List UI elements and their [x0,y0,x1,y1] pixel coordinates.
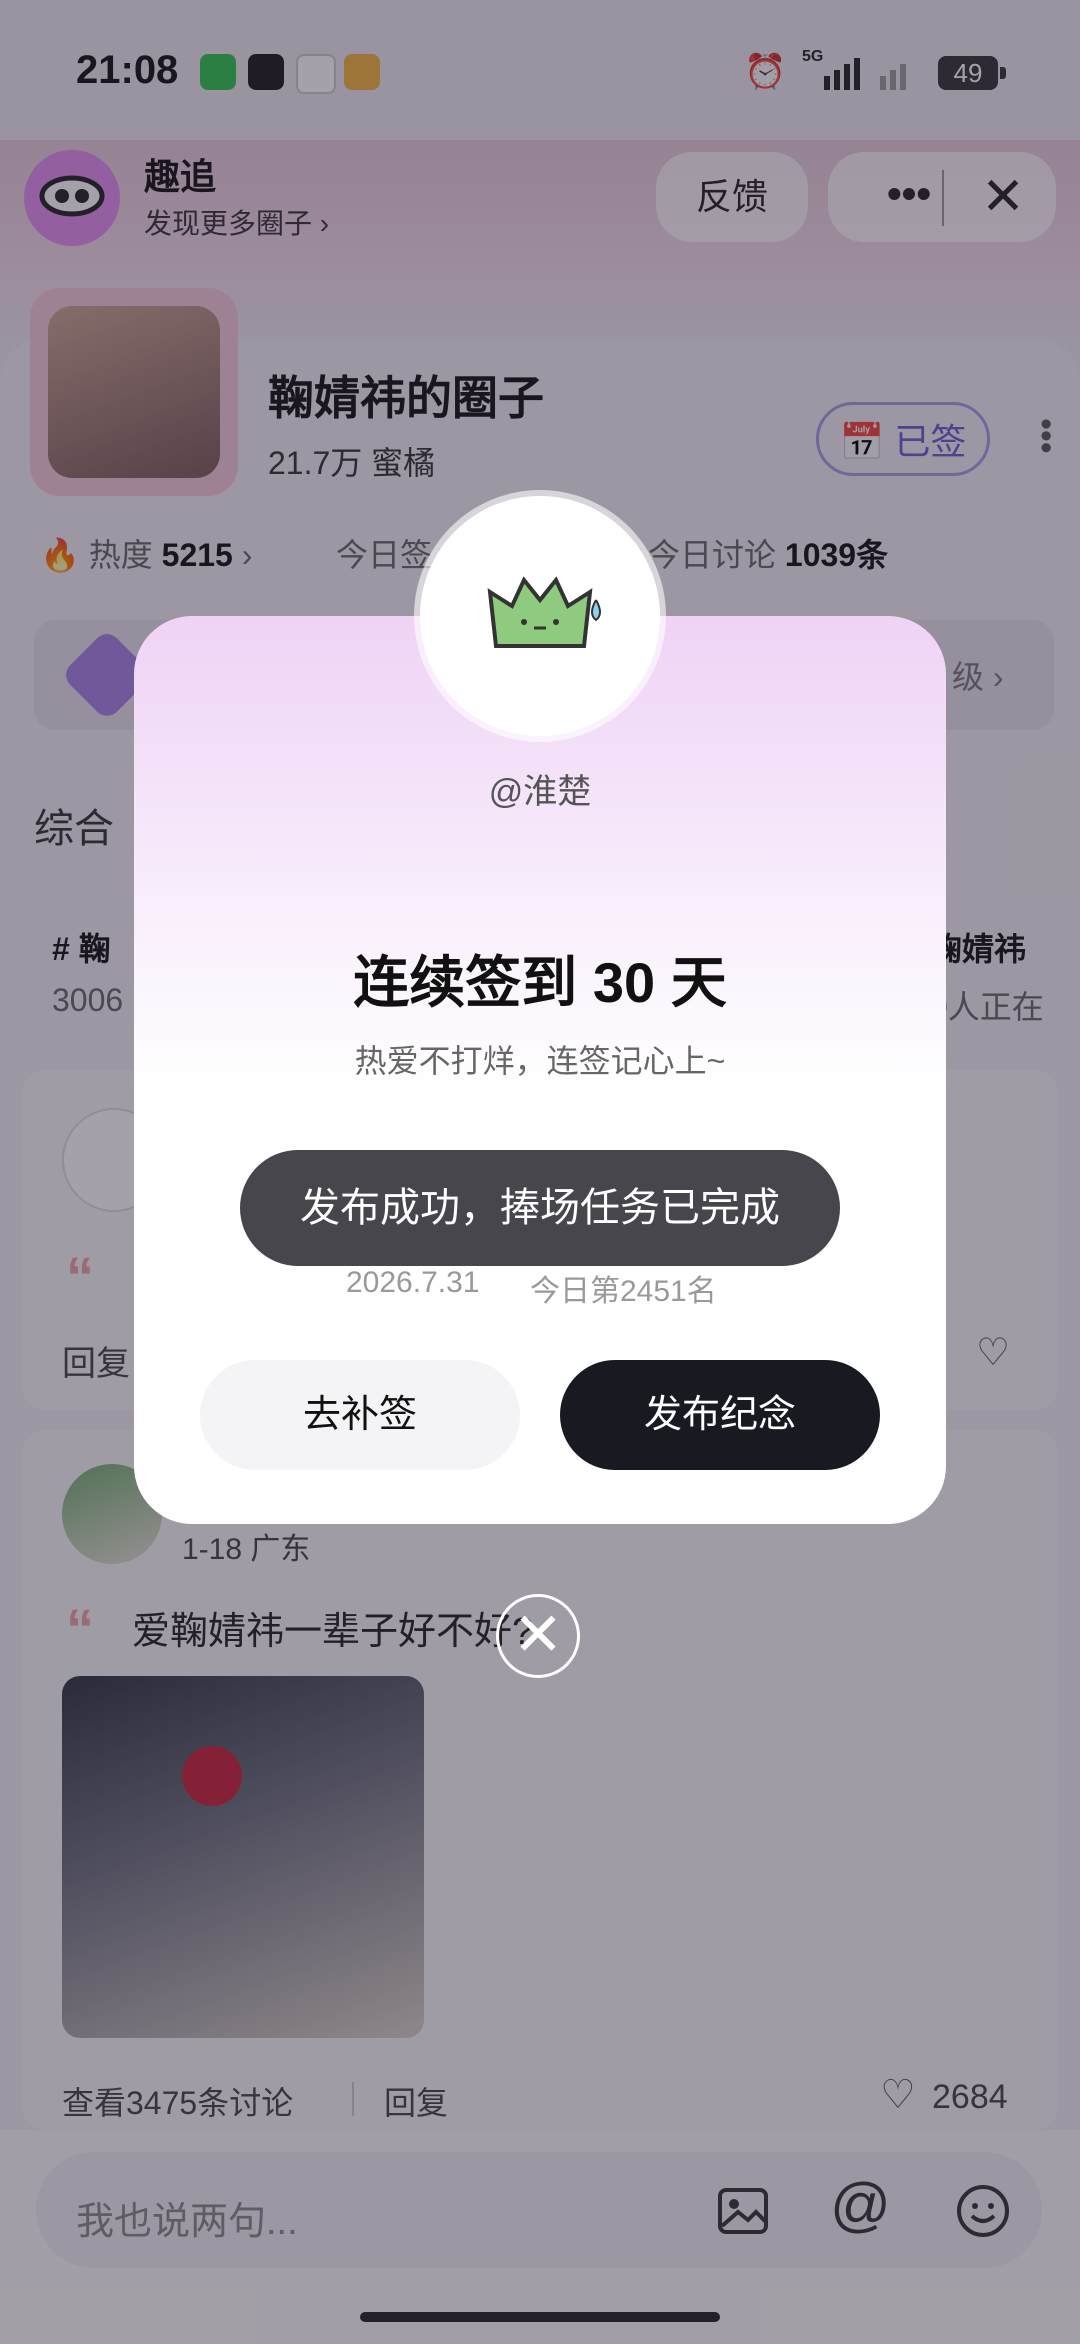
toast-message: 发布成功，捧场任务已完成 [240,1150,840,1266]
publish-memorial-button[interactable]: 发布纪念 [560,1360,880,1470]
cactus-mascot-icon [487,576,601,648]
checkin-rank: 今日第2451名 [530,1275,717,1308]
dialog-avatar [420,496,660,736]
dialog-close-button[interactable]: ✕ [496,1594,580,1678]
checkin-date: 2026.7.31 [346,1266,480,1299]
dialog-subtitle: 热爱不打烊，连签记心上~ [354,1043,726,1079]
dialog-handle: @淮楚 [488,773,592,811]
makeup-checkin-button[interactable]: 去补签 [200,1360,520,1470]
dialog-title: 连续签到 30 天 [353,951,727,1014]
